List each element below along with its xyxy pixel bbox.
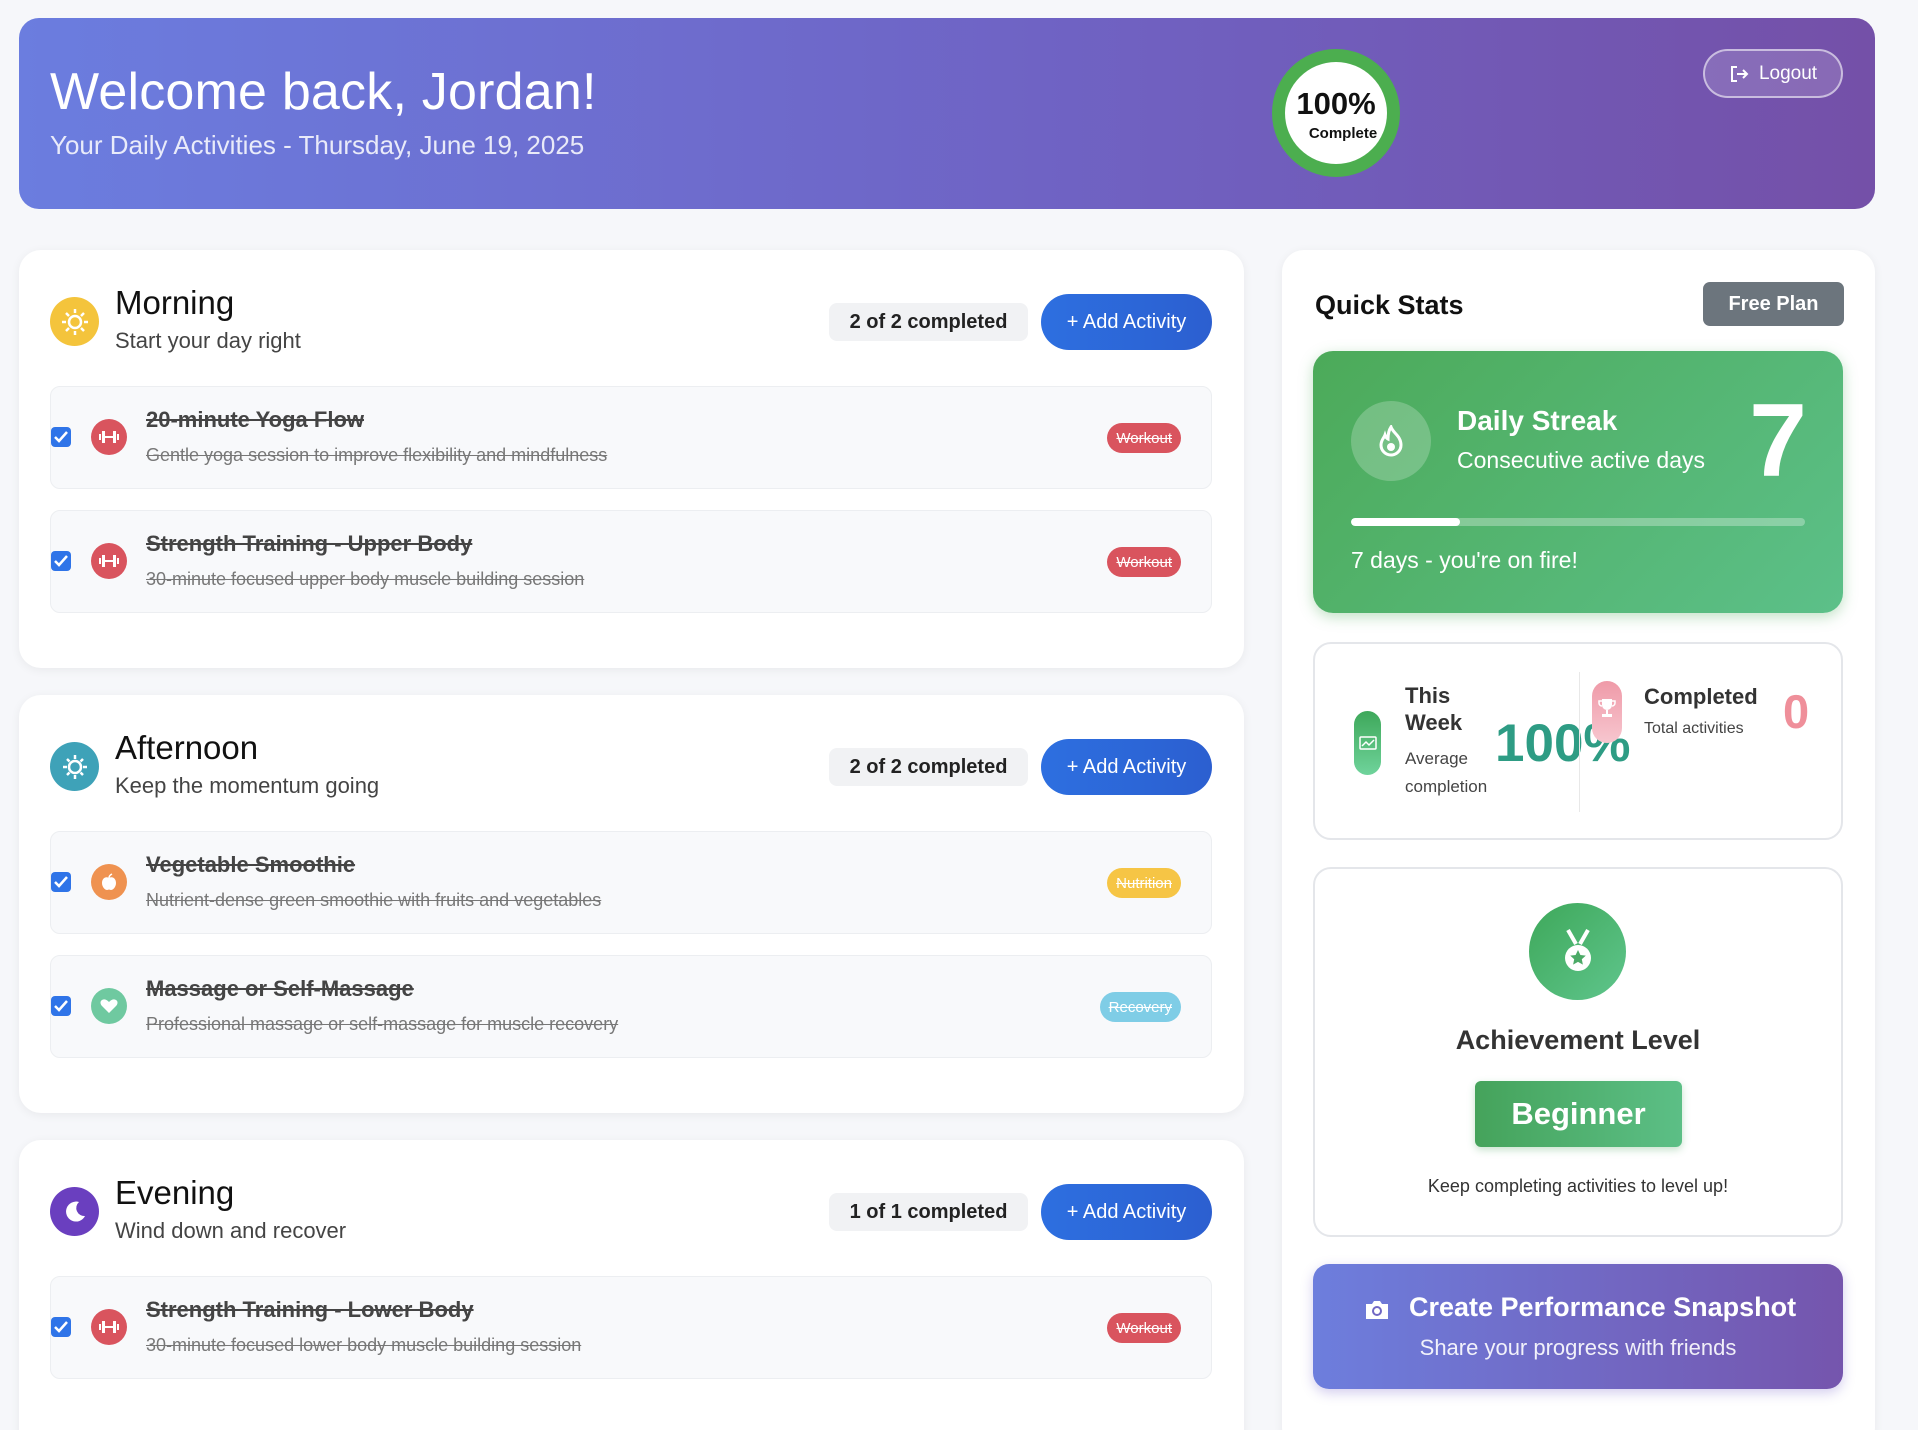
- welcome-title: Welcome back, Jordan!: [50, 63, 597, 121]
- add-activity-button[interactable]: + Add Activity: [1041, 1184, 1212, 1240]
- activity-item[interactable]: Vegetable Smoothie Nutrient-dense green …: [50, 831, 1212, 934]
- activity-item[interactable]: 20-minute Yoga Flow Gentle yoga session …: [50, 386, 1212, 489]
- streak-subtitle: Consecutive active days: [1457, 447, 1706, 473]
- dumbbell-icon: [91, 543, 127, 579]
- activity-checkbox[interactable]: [51, 872, 71, 892]
- heart-hand-icon: [91, 988, 127, 1024]
- section-subtitle: Keep the momentum going: [115, 773, 380, 798]
- progress-label: Complete: [1308, 125, 1378, 142]
- activity-title: Vegetable Smoothie: [146, 852, 356, 877]
- activity-tag: Workout: [1107, 547, 1181, 577]
- plan-badge[interactable]: Free Plan: [1703, 282, 1844, 326]
- activity-tag: Workout: [1107, 1313, 1181, 1343]
- activity-item[interactable]: Strength Training - Upper Body 30-minute…: [50, 510, 1212, 613]
- logout-icon: [1730, 65, 1749, 82]
- section-subtitle: Wind down and recover: [115, 1218, 347, 1243]
- dumbbell-icon: [91, 419, 127, 455]
- create-snapshot-button[interactable]: Create Performance Snapshot Share your p…: [1313, 1264, 1843, 1389]
- welcome-header: Welcome back, Jordan! Your Daily Activit…: [19, 18, 1875, 209]
- activity-description: 30-minute focused upper body muscle buil…: [146, 569, 585, 589]
- afternoon-section: Afternoon Keep the momentum going 2 of 2…: [19, 695, 1244, 1113]
- activity-title: 20-minute Yoga Flow: [146, 407, 364, 432]
- streak-value: 7: [1749, 383, 1807, 499]
- stats-divider: [1579, 672, 1580, 812]
- activity-title: Massage or Self-Massage: [146, 976, 414, 1001]
- achievement-box: Achievement Level Beginner Keep completi…: [1313, 867, 1843, 1237]
- completed-title: Completed: [1644, 684, 1758, 709]
- apple-icon: [91, 864, 127, 900]
- activity-description: Professional massage or self-massage for…: [146, 1014, 619, 1034]
- activity-checkbox[interactable]: [51, 1317, 71, 1337]
- quick-stats-title: Quick Stats: [1315, 290, 1464, 320]
- add-activity-button[interactable]: + Add Activity: [1041, 294, 1212, 350]
- stats-summary-box: This Week Average completion 100% Comple…: [1313, 642, 1843, 840]
- section-title: Morning: [115, 284, 235, 321]
- gear-sun-icon: [50, 742, 99, 791]
- trend-chart-icon: [1354, 711, 1381, 775]
- date-subtitle: Your Daily Activities - Thursday, June 1…: [50, 130, 585, 160]
- activity-checkbox[interactable]: [51, 427, 71, 447]
- trophy-icon: [1592, 681, 1622, 743]
- logout-button[interactable]: Logout: [1703, 49, 1843, 98]
- activity-description: 30-minute focused lower body muscle buil…: [146, 1335, 582, 1355]
- camera-icon: [1366, 1301, 1388, 1319]
- medal-icon: [1529, 903, 1626, 1000]
- achievement-title: Achievement Level: [1455, 1025, 1701, 1055]
- logout-label: Logout: [1758, 62, 1818, 84]
- activity-description: Gentle yoga session to improve flexibili…: [146, 445, 608, 465]
- flame-icon: [1351, 401, 1431, 481]
- activity-item[interactable]: Massage or Self-Massage Professional mas…: [50, 955, 1212, 1058]
- activity-tag: Recovery: [1099, 992, 1181, 1022]
- streak-progress-fill: [1351, 518, 1460, 526]
- completed-value: 0: [1783, 685, 1810, 738]
- section-title: Afternoon: [115, 729, 259, 766]
- activity-tag: Workout: [1107, 423, 1181, 453]
- daily-streak-card: Daily Streak Consecutive active days 7 7…: [1313, 351, 1843, 613]
- snapshot-subtitle: Share your progress with friends: [1419, 1335, 1737, 1360]
- section-title: Evening: [115, 1174, 235, 1211]
- sun-icon: [50, 297, 99, 346]
- activity-item[interactable]: Strength Training - Lower Body 30-minute…: [50, 1276, 1212, 1379]
- add-activity-button[interactable]: + Add Activity: [1041, 739, 1212, 795]
- morning-section: Morning Start your day right 2 of 2 comp…: [19, 250, 1244, 668]
- completed-subtitle: Total activities: [1644, 720, 1744, 737]
- activity-checkbox[interactable]: [51, 996, 71, 1016]
- quick-stats-panel: Quick Stats Free Plan Daily Streak Conse…: [1282, 250, 1875, 1430]
- this-week-subtitle: Average completion: [1405, 749, 1488, 796]
- completed-count-badge: 2 of 2 completed: [829, 303, 1028, 341]
- streak-title: Daily Streak: [1457, 405, 1618, 436]
- progress-value: 100%: [1296, 86, 1376, 121]
- streak-message: 7 days - you're on fire!: [1351, 547, 1578, 573]
- snapshot-title: Create Performance Snapshot: [1409, 1292, 1797, 1322]
- section-subtitle: Start your day right: [115, 328, 301, 353]
- activity-description: Nutrient-dense green smoothie with fruit…: [146, 890, 602, 910]
- completed-count-badge: 1 of 1 completed: [829, 1193, 1028, 1231]
- achievement-level-badge: Beginner: [1475, 1081, 1682, 1147]
- dumbbell-icon: [91, 1309, 127, 1345]
- moon-icon: [50, 1187, 99, 1236]
- activity-title: Strength Training - Lower Body: [146, 1297, 474, 1322]
- achievement-subtitle: Keep completing activities to level up!: [1427, 1176, 1729, 1196]
- streak-progress-bar: [1351, 518, 1805, 526]
- daily-progress-ring: 100% Complete: [1272, 49, 1400, 177]
- activity-checkbox[interactable]: [51, 551, 71, 571]
- evening-section: Evening Wind down and recover 1 of 1 com…: [19, 1140, 1244, 1430]
- completed-count-badge: 2 of 2 completed: [829, 748, 1028, 786]
- activity-title: Strength Training - Upper Body: [146, 531, 473, 556]
- this-week-title: This Week: [1405, 683, 1463, 735]
- activity-tag: Nutrition: [1107, 868, 1181, 898]
